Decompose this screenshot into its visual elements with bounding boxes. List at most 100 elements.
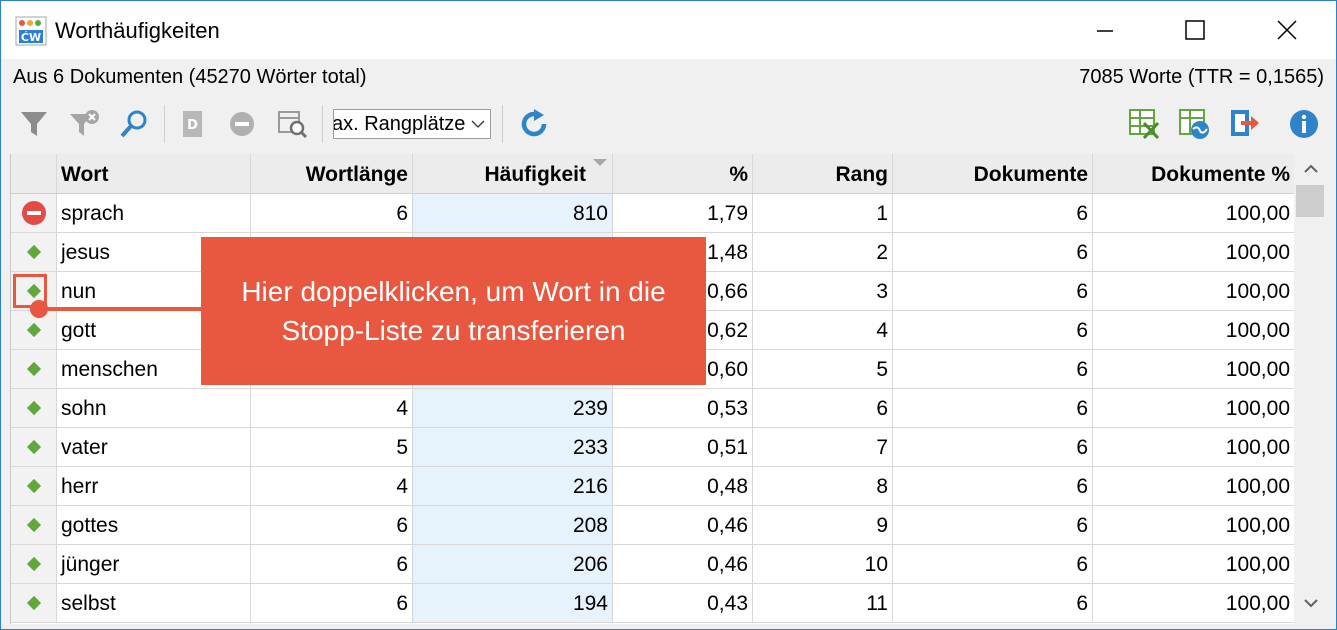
cell-dokumente: 6 [893,389,1093,428]
stop-icon [230,112,254,136]
table-row[interactable]: vater 5 233 0,51 7 6 100,00 [11,428,1295,467]
cell-dokumente-percent: 100,00 [1093,428,1295,467]
cell-percent: 0,46 [613,506,753,545]
vertical-scrollbar[interactable] [1294,154,1328,624]
help-callout: Hier doppelklicken, um Wort in die Stopp… [201,237,706,385]
table-row[interactable]: sprach 6 810 1,79 1 6 100,00 [11,194,1295,233]
clear-filter-button[interactable] [65,105,103,143]
word-count-ttr: 7085 Worte (TTR = 0,1565) [1079,66,1324,88]
web-export-icon [1179,109,1209,139]
maximize-icon [1185,20,1205,40]
cell-dokumente-percent: 100,00 [1093,233,1295,272]
diamond-icon [26,556,41,572]
cell-percent: 0,43 [613,584,753,623]
table-row[interactable]: jünger 6 206 0,46 10 6 100,00 [11,545,1295,584]
row-marker[interactable] [11,389,57,428]
table-row[interactable]: gottes 6 208 0,46 9 6 100,00 [11,506,1295,545]
cell-wort: sohn [57,389,251,428]
filter-button[interactable] [15,105,53,143]
cell-dokumente: 6 [893,428,1093,467]
rank-limit-dropdown[interactable]: ax. Rangplätze [333,109,491,139]
column-header-percent[interactable]: % [613,154,753,194]
column-header-dokumente-percent[interactable]: Dokumente % [1093,154,1295,194]
cell-wortlaenge: 6 [251,194,413,233]
column-header-wort[interactable]: Wort [57,154,251,194]
cell-dokumente-percent: 100,00 [1093,545,1295,584]
table-row[interactable]: sohn 4 239 0,53 6 6 100,00 [11,389,1295,428]
cell-rang: 4 [753,311,893,350]
cell-haeufigkeit: 206 [413,545,613,584]
refresh-button[interactable] [515,105,553,143]
stop-list-button[interactable] [223,105,261,143]
export-icon [1231,110,1259,136]
toolbar: D ax. Rangplätze [1,97,1336,153]
excel-export-icon [1129,109,1160,140]
info-button[interactable] [1285,105,1323,143]
row-marker[interactable] [11,545,57,584]
column-header-haeufigkeit[interactable]: Häufigkeit [413,154,613,194]
refresh-icon [521,109,547,137]
row-marker[interactable] [11,428,57,467]
cell-dokumente-percent: 100,00 [1093,584,1295,623]
row-marker[interactable] [11,233,57,272]
minimize-button[interactable] [1059,1,1151,59]
cell-wortlaenge: 4 [251,467,413,506]
toolbar-separator [164,105,165,143]
web-export-button[interactable] [1175,105,1213,143]
scrollbar-thumb[interactable] [1296,185,1324,217]
cell-wort: sprach [57,194,251,233]
svg-text:D: D [187,118,198,133]
title-bar: ĆW Worthäufigkeiten [1,1,1336,59]
document-summary: Aus 6 Dokumenten (45270 Wörter total) [13,66,367,88]
callout-connector-dot [30,300,48,318]
column-header-dokumente[interactable]: Dokumente [893,154,1093,194]
cell-rang: 9 [753,506,893,545]
table-search-button[interactable] [273,105,311,143]
cell-dokumente-percent: 100,00 [1093,506,1295,545]
chevron-up-icon[interactable] [1302,162,1320,176]
maximize-button[interactable] [1149,1,1241,59]
row-marker[interactable] [11,506,57,545]
column-header-rang[interactable]: Rang [753,154,893,194]
row-marker[interactable] [11,467,57,506]
cell-percent: 1,79 [613,194,753,233]
cell-percent: 0,48 [613,467,753,506]
cell-percent: 0,53 [613,389,753,428]
word-frequency-table: Wort Wortlänge Häufigkeit % Rang Dokumen… [10,154,1295,624]
cell-haeufigkeit: 208 [413,506,613,545]
document-button[interactable]: D [173,105,211,143]
app-icon: ĆW [15,16,47,46]
row-marker[interactable] [11,584,57,623]
column-header-haeufigkeit-label: Häufigkeit [484,163,586,186]
cell-haeufigkeit: 239 [413,389,613,428]
excel-export-button[interactable] [1125,105,1163,143]
close-button[interactable] [1241,1,1333,59]
cell-haeufigkeit: 233 [413,428,613,467]
cell-rang: 2 [753,233,893,272]
svg-text:ĆW: ĆW [21,31,41,44]
stop-list-icon [21,201,46,225]
diamond-icon [26,439,41,455]
search-button[interactable] [115,105,153,143]
chevron-down-icon[interactable] [1302,596,1320,610]
table-row[interactable]: herr 4 216 0,48 8 6 100,00 [11,467,1295,506]
cell-dokumente-percent: 100,00 [1093,194,1295,233]
cell-wort: vater [57,428,251,467]
cell-wort: selbst [57,584,251,623]
cell-wort: gottes [57,506,251,545]
filter-icon [21,112,47,136]
rank-limit-value: ax. Rangplätze [333,113,466,135]
export-button[interactable] [1225,105,1263,143]
cell-dokumente-percent: 100,00 [1093,467,1295,506]
callout-line-1: Hier doppelklicken, um Wort in die [241,276,666,307]
callout-line-2: Stopp-Liste zu transferieren [281,315,626,346]
table-row[interactable]: selbst 6 194 0,43 11 6 100,00 [11,584,1295,623]
column-header-wortlaenge[interactable]: Wortlänge [251,154,413,194]
cell-dokumente: 6 [893,272,1093,311]
diamond-icon [26,244,41,260]
cell-wortlaenge: 6 [251,584,413,623]
row-marker[interactable] [11,194,57,233]
row-marker[interactable] [11,350,57,389]
column-header-marker[interactable] [11,154,57,194]
sort-descending-icon [593,159,607,166]
